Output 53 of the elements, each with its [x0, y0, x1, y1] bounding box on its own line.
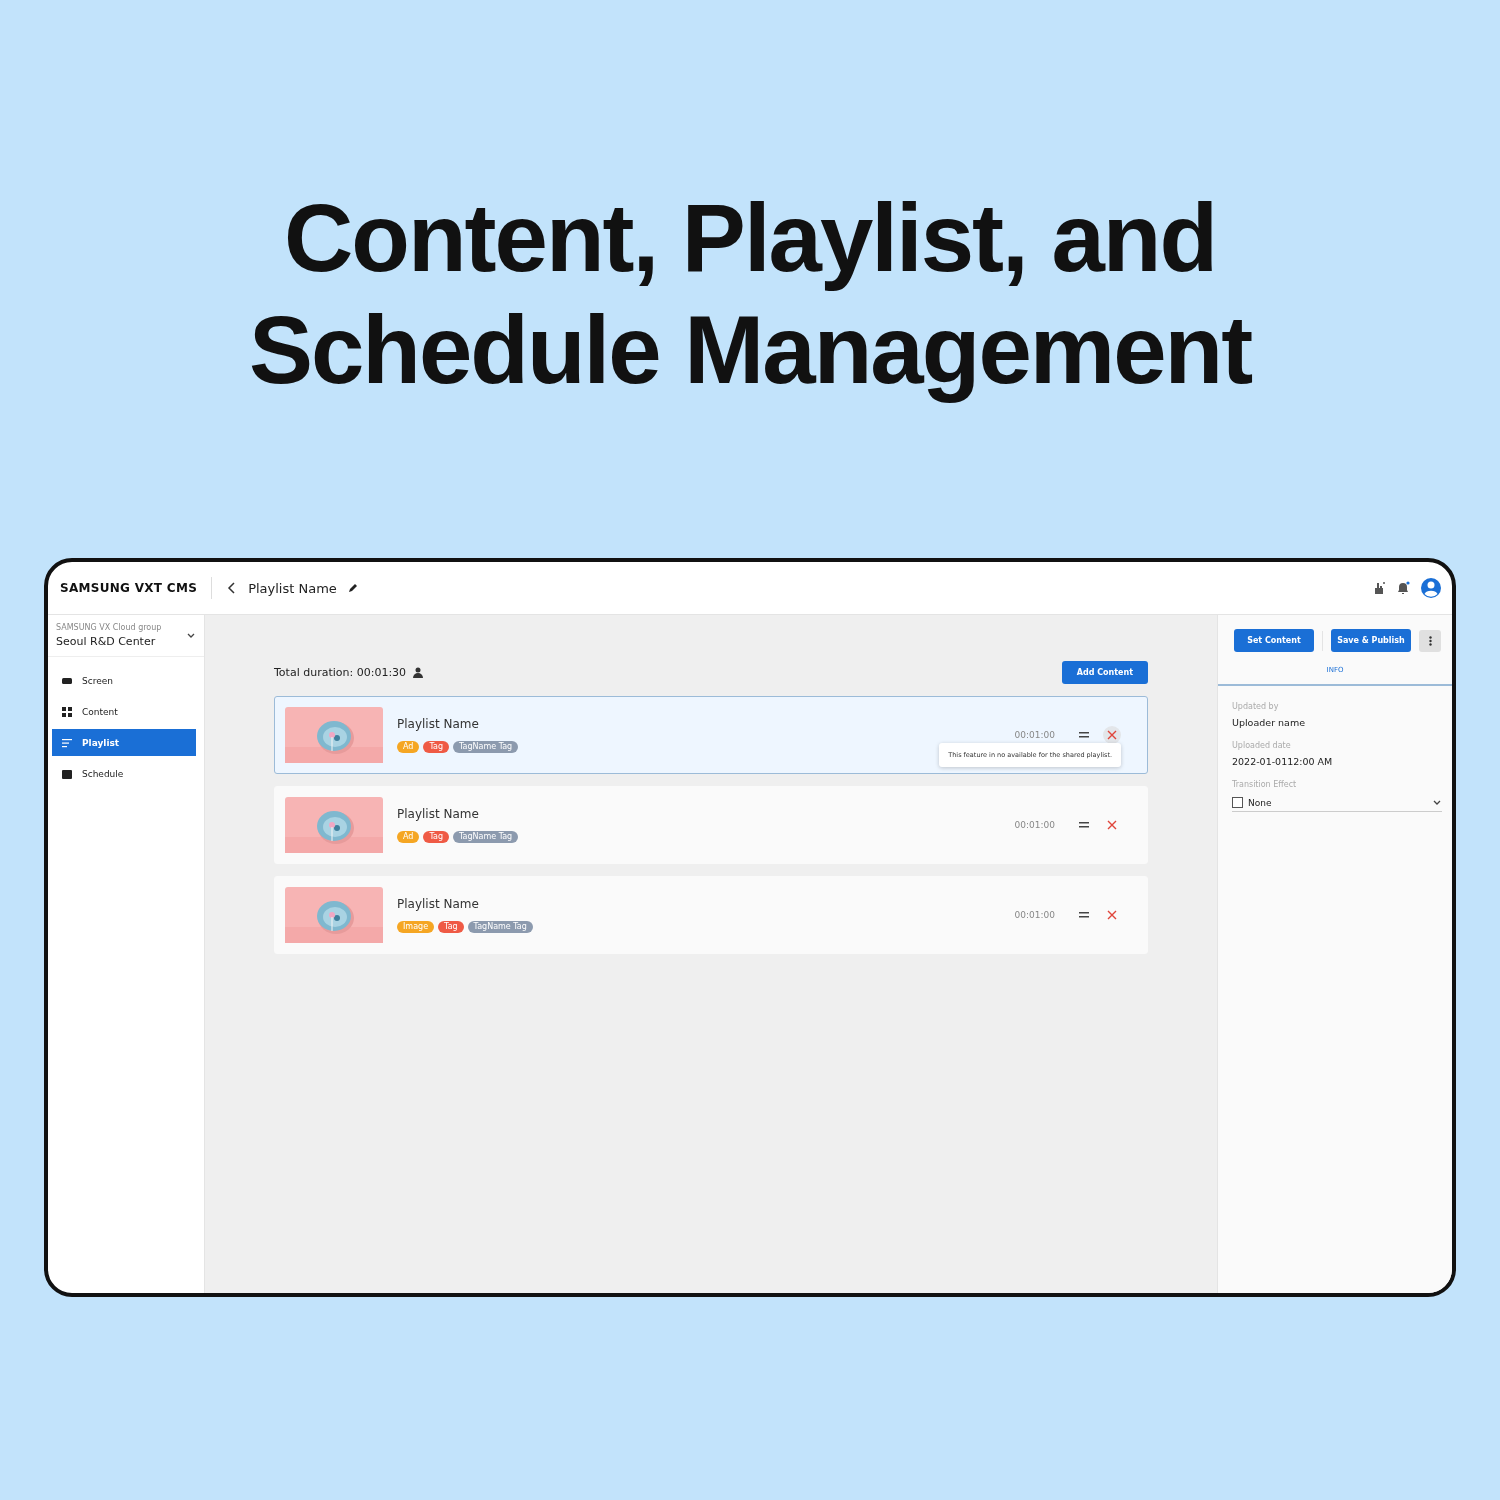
screen-icon — [62, 675, 72, 686]
grid-icon — [62, 706, 72, 717]
tag: Tag — [423, 741, 449, 753]
group-selector[interactable]: SAMSUNG VX Cloud group Seoul R&D Center — [48, 615, 204, 657]
item-name: Playlist Name — [397, 717, 480, 731]
group-label: SAMSUNG VX Cloud group — [56, 623, 163, 632]
drag-handle-icon[interactable] — [1079, 911, 1089, 919]
more-button[interactable] — [1419, 629, 1441, 652]
close-icon[interactable] — [1103, 726, 1121, 744]
more-icon — [1428, 635, 1432, 646]
tag: Image — [397, 921, 435, 933]
field-label: Uploaded date — [1232, 741, 1292, 750]
playlist-item[interactable]: Playlist Name Image Tag TagName Tag 00:01:00 — [274, 876, 1148, 954]
playlist-item[interactable]: Playlist Name Ad Tag TagName Tag 00:01:00 — [274, 786, 1148, 864]
field-label: Updated by — [1232, 702, 1280, 711]
item-name: Playlist Name — [397, 897, 480, 911]
checkbox[interactable] — [1232, 797, 1243, 808]
tag: TagName Tag — [452, 831, 519, 843]
chevron-down-icon — [1432, 798, 1442, 807]
drag-handle-icon[interactable] — [1079, 821, 1089, 829]
set-content-button[interactable]: Set Content — [1234, 629, 1314, 652]
chevron-down-icon — [186, 631, 196, 640]
field-value: 2022-01-0112:00 AM — [1232, 756, 1334, 767]
page-title: Playlist Name — [248, 580, 337, 596]
list-icon — [62, 737, 72, 748]
group-name: Seoul R&D Center — [56, 635, 157, 648]
total-duration: Total duration: 00:01:30 — [274, 666, 407, 679]
nav-item[interactable]: Schedule — [52, 760, 196, 787]
transition-select[interactable]: None — [1232, 793, 1442, 812]
tag: TagName Tag — [452, 741, 519, 753]
tag: Tag — [438, 921, 464, 933]
bell-icon[interactable] — [1396, 581, 1410, 595]
nav-item[interactable]: Content — [52, 698, 196, 725]
item-name: Playlist Name — [397, 807, 480, 821]
item-duration: 00:01:00 — [1014, 820, 1055, 830]
tag: Ad — [397, 741, 420, 753]
add-content-button[interactable]: Add Content — [1061, 661, 1148, 684]
nav-item[interactable]: Screen — [52, 667, 196, 694]
pencil-icon[interactable] — [346, 582, 359, 594]
item-duration: 00:01:00 — [1014, 910, 1055, 920]
tag: Tag — [423, 831, 449, 843]
save-publish-button[interactable]: Save & Publish — [1331, 629, 1411, 652]
drag-handle-icon[interactable] — [1079, 731, 1089, 739]
field-value: Uploader name — [1232, 717, 1306, 728]
person-icon — [413, 667, 424, 678]
nav-item[interactable]: Playlist — [52, 729, 196, 756]
tag: TagName Tag — [467, 921, 533, 933]
headline: Content, Playlist, and Schedule Management — [247, 183, 1253, 405]
item-duration: 00:01:00 — [1014, 730, 1055, 740]
avatar-icon[interactable] — [1420, 577, 1442, 599]
tag: Ad — [397, 831, 420, 843]
brand-logo: SAMSUNG VXT CMS — [60, 581, 198, 595]
field-label: Transition Effect — [1232, 780, 1298, 789]
